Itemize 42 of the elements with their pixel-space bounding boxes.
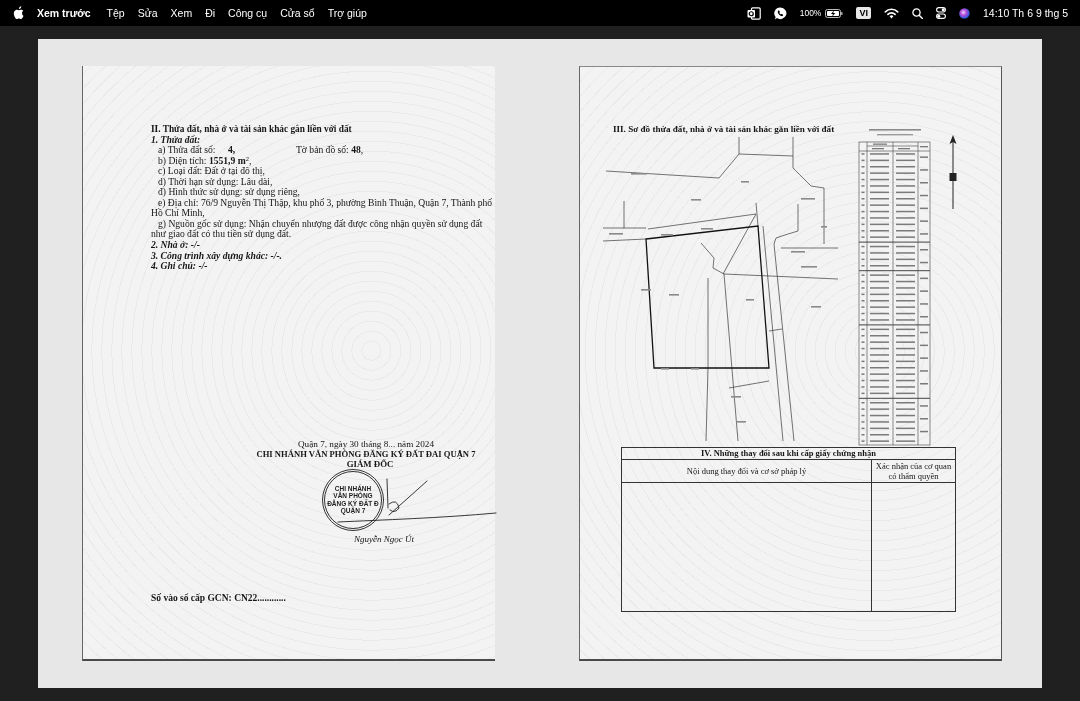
signer-title: GIÁM ĐỐC xyxy=(345,458,395,469)
detail-line: đ) Hình thức sử dụng: sử dụng riêng, xyxy=(157,187,301,198)
detail-line: c) Loại đất: Đất ở tại đô thị, xyxy=(157,166,266,177)
subsection-heading: 2. Nhà ở: -/- xyxy=(151,240,201,251)
table-title: IV. Những thay đổi sau khi cấp giấy chứng nhận xyxy=(622,448,955,460)
signer-name: Nguyễn Ngọc Út xyxy=(353,532,415,545)
menu-item[interactable]: Cửa sổ xyxy=(280,7,315,19)
place-date-line: Quận 7, ngày 30 tháng 8... năm 2024 xyxy=(297,438,435,449)
square-app-icon[interactable] xyxy=(746,6,761,20)
field-label: a) Thửa đất số: xyxy=(158,145,217,156)
battery-percentage: 100% xyxy=(799,8,822,18)
detail-line: g) Nguồn gốc sử dụng: Nhận chuyển nhượng đất được công nhận quyền sử dụng đất như giao đất có thu tiền sử dụng đất. xyxy=(151,218,484,240)
map-sheet-number: Tờ bản đồ số: 48, xyxy=(296,145,364,156)
apple-icon[interactable] xyxy=(13,5,24,19)
subsection-heading: 4. Ghi chú: -/- xyxy=(151,261,208,272)
menu-item[interactable]: Công cụ xyxy=(228,7,268,19)
subsection-heading: 3. Công trình xây dựng khác: -/-. xyxy=(151,250,283,262)
phone-bubble-icon[interactable] xyxy=(773,6,787,20)
subsection-heading: 1. Thửa đất: xyxy=(151,134,202,145)
menu-item[interactable]: Trợ giúp xyxy=(327,7,367,19)
input-source-button[interactable]: VI xyxy=(856,7,871,19)
detail-line: d) Thời hạn sử dụng: Lâu dài, xyxy=(157,176,274,188)
toggle-switches-icon[interactable] xyxy=(935,7,946,19)
column-header: Xác nhận của cơ quan có thẩm quyền xyxy=(872,460,955,483)
menu-bar-clock[interactable]: 14:10 Th 6 9 thg 5 xyxy=(982,7,1068,19)
section-title: III. Sơ đồ thửa đất, nhà ở và tài sản khác gắn liền với đất xyxy=(613,123,836,135)
detail-line: b) Diện tích: 1551,9 m$^{2}$, xyxy=(157,155,253,167)
menu-item[interactable]: Sửa xyxy=(137,7,158,19)
issuing-office: CHI NHÁNH VĂN PHÒNG ĐĂNG KÝ ĐẤT ĐAI QUẬN 7 xyxy=(255,448,477,459)
menu-item[interactable]: Đi xyxy=(205,7,216,19)
menu-item[interactable]: Tệp xyxy=(106,7,125,19)
wifi-icon[interactable] xyxy=(883,7,899,19)
north-arrow-icon xyxy=(947,135,959,209)
orb-icon[interactable] xyxy=(958,7,970,19)
register-number: Số vào sổ cấp GCN: CN22............ xyxy=(151,592,287,603)
column-header: Nội dung thay đổi và cơ sở pháp lý xyxy=(622,460,872,483)
app-menu[interactable]: Xem trước xyxy=(37,7,91,19)
menu-item[interactable]: Xem xyxy=(170,7,193,19)
search-icon[interactable] xyxy=(911,7,923,19)
battery-charging-icon[interactable] xyxy=(825,8,844,18)
field-value: 4, xyxy=(228,145,237,156)
section-title: II. Thửa đất, nhà ở và tài sản khác gắn liền với đất xyxy=(151,124,353,135)
